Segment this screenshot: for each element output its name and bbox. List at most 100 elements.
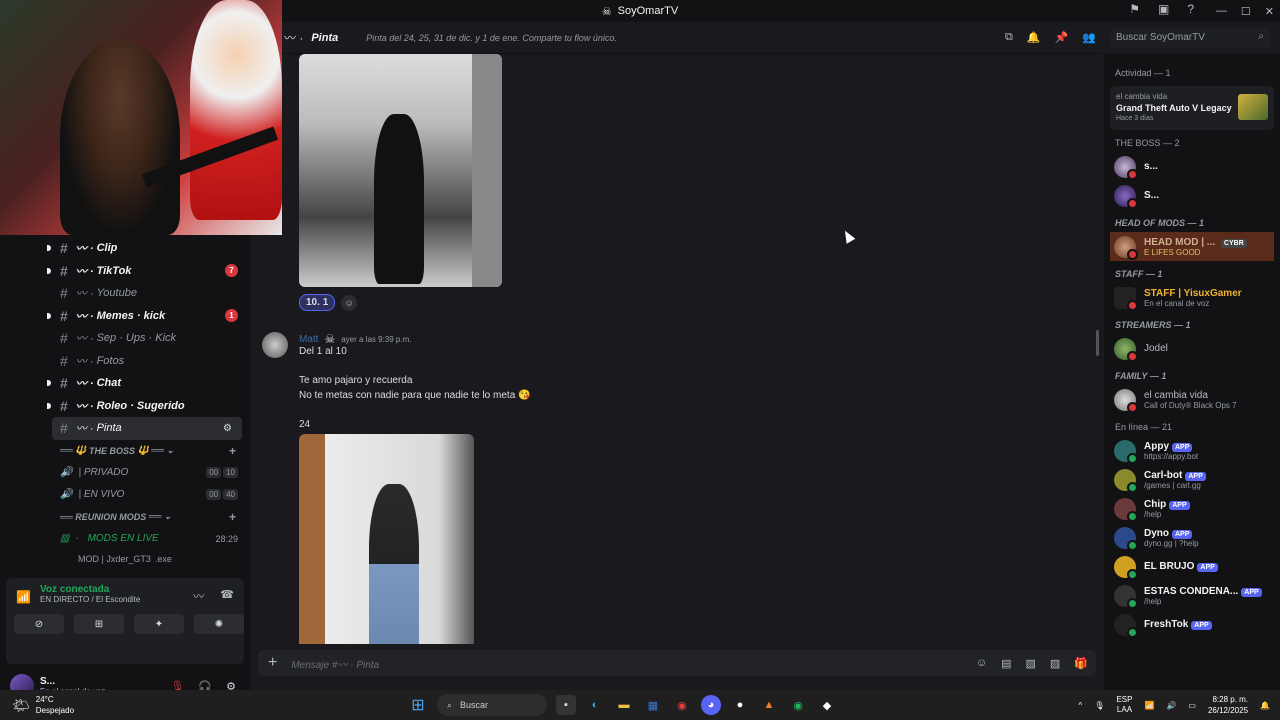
emoji-icon[interactable]: ☺ [976, 657, 987, 670]
noise-icon[interactable]: 〰 [193, 588, 204, 604]
add-channel-icon[interactable]: + [229, 510, 236, 524]
app-icon[interactable]: ◆ [817, 695, 837, 715]
activity-card[interactable]: el cambia vida Grand Theft Auto V Legacy… [1110, 86, 1274, 130]
activities-button[interactable]: ✦ [134, 614, 184, 634]
image-attachment[interactable] [299, 434, 474, 644]
clock[interactable]: 8:28 p. m. 26/12/2025 [1208, 694, 1248, 716]
voice-channel-mods-live[interactable]: ▥ · MODS EN LIVE 28:29 [0, 528, 250, 550]
scrollbar[interactable] [1096, 330, 1099, 356]
member-item[interactable]: EL BRUJO APP [1104, 552, 1280, 581]
volume-icon[interactable]: 🔊 [1166, 701, 1176, 710]
channel-youtube[interactable]: # 〰 · Youtube [0, 282, 250, 305]
member-item[interactable]: Chip APP/help [1104, 494, 1280, 523]
settings-icon[interactable]: ⚙ [223, 423, 232, 434]
gif-icon[interactable]: ▤ [1001, 657, 1011, 670]
taskbar-search[interactable]: ⌕ Buscar [437, 694, 547, 716]
add-attachment-icon[interactable]: + [268, 654, 277, 672]
windows-start-icon[interactable]: ⊞ [408, 695, 428, 715]
minimize-button[interactable]: — [1216, 5, 1227, 17]
edge-icon[interactable]: ◐ [585, 695, 605, 715]
channel-roleo[interactable]: # 〰 · Roleo · Sugerido [0, 395, 250, 418]
taskview-icon[interactable]: ▪ [556, 695, 576, 715]
avatar [1114, 286, 1138, 311]
channel-clip[interactable]: # 〰 · Clip [0, 237, 250, 260]
bell-icon[interactable]: 🔔 [1027, 31, 1041, 44]
voice-buttons: ⊘ ⊞ ✦ ✺ [14, 614, 244, 634]
sticker-icon[interactable]: ▧ [1025, 657, 1035, 670]
game-icon [1238, 94, 1268, 120]
screen-share-button[interactable]: ⊞ [74, 614, 124, 634]
channel-setups[interactable]: # 〰 · Sep · Ups · Kick [0, 327, 250, 350]
member-item[interactable]: s... [1104, 152, 1280, 181]
unread-dot [47, 245, 51, 252]
channel-memes[interactable]: # 〰 · Memes · kick 1 [0, 305, 250, 328]
mention-badge: 1 [225, 309, 238, 323]
help-icon[interactable]: ? [1187, 2, 1194, 16]
image-attachment[interactable] [299, 54, 502, 287]
channel-fotos[interactable]: # 〰 · Fotos [0, 350, 250, 373]
category-the-boss[interactable]: ══ 🔱 THE BOSS 🔱 ══ ⌄ + [0, 440, 250, 462]
message-composer[interactable]: + Mensaje #〰 · Pinta ☺ ▤ ▧ ▨ 🎁 [258, 650, 1096, 676]
taskbar: 🌤 24°C Despejado ⊞ ⌕ Buscar ▪ ◐ ▬ ▦ ◉ ◕ ● … [0, 690, 1280, 720]
author-name[interactable]: Matt [299, 334, 318, 345]
composer-icons: ☺ ▤ ▧ ▨ 🎁 [976, 657, 1088, 670]
folder-icon[interactable]: ▬ [614, 695, 634, 715]
spotify-icon[interactable]: ◉ [788, 695, 808, 715]
member-item[interactable]: Jodel [1104, 334, 1280, 363]
unread-dot [47, 380, 51, 387]
user-limit: 00 40 [206, 489, 238, 500]
pin-icon[interactable]: 📌 [1055, 31, 1069, 44]
close-button[interactable]: ✕ [1265, 5, 1274, 18]
chevron-up-icon[interactable]: ^ [1079, 701, 1083, 710]
channel-list: # 〰 · Clip # 〰 · TikTok 7 # 〰 · Youtube # 〰 ·… [0, 237, 250, 568]
channel-chat[interactable]: # 〰 · Chat [0, 372, 250, 395]
member-item[interactable]: el cambia vida Call of Duty® Black Ops 7 [1104, 385, 1280, 414]
channel-tiktok[interactable]: # 〰 · TikTok 7 [0, 260, 250, 283]
member-item[interactable]: STAFF | YisuxGamer En el canal de voz [1104, 283, 1280, 312]
member-item[interactable]: Dyno APP dyno.gg | ?help [1104, 523, 1280, 552]
avatar[interactable] [262, 332, 288, 358]
member-item[interactable]: ESTAS CONDENA... APP/help [1104, 581, 1280, 610]
language-indicator[interactable]: ESP LAA [1116, 695, 1132, 715]
obs-icon[interactable]: ● [730, 695, 750, 715]
gift-icon[interactable]: 🎁 [1074, 657, 1088, 670]
weather-widget[interactable]: 🌤 24°C Despejado [12, 694, 74, 716]
members-icon[interactable]: 👥 [1082, 31, 1096, 44]
category-reunion-mods[interactable]: ══ REUNION MODS ══ ⌄ + [0, 506, 250, 528]
discord-icon[interactable]: ◕ [701, 695, 721, 715]
member-item[interactable]: Appy APP https://appy.bot [1104, 436, 1280, 465]
download-icon[interactable]: ▣ [1158, 2, 1169, 16]
chrome-icon[interactable]: ◉ [672, 695, 692, 715]
add-channel-icon[interactable]: + [229, 444, 236, 458]
soundboard-button[interactable]: ✺ [194, 614, 244, 634]
search-input[interactable]: Buscar SoyOmarTV ⌕ [1110, 28, 1270, 48]
store-icon[interactable]: ▦ [643, 695, 663, 715]
wifi-icon[interactable]: 📶 [1144, 701, 1154, 710]
voice-user[interactable]: MOD | Jxder_GT3 .exe [0, 550, 250, 568]
voice-channel-privado[interactable]: 🔊 | PRIVADO 00 10 [0, 462, 250, 484]
voice-channel-envivo[interactable]: 🔊 | EN VIVO 00 40 [0, 484, 250, 506]
window-controls: — ☐ ✕ [1216, 0, 1274, 22]
notification-icon[interactable]: 🔔 [1260, 701, 1270, 710]
avatar [1114, 497, 1138, 522]
member-item[interactable]: FreshTok APP [1104, 610, 1280, 639]
disconnect-icon[interactable]: ☎ [220, 588, 234, 604]
hash-icon: # [60, 330, 68, 347]
threads-icon[interactable]: ⧉ [1005, 31, 1013, 44]
channel-header: 〰 · Pinta Pinta del 24, 25, 31 de dic. y… [282, 22, 1102, 54]
search-icon: ⌕ [447, 699, 453, 710]
member-item[interactable]: S... [1104, 181, 1280, 210]
channel-topic[interactable]: Pinta del 24, 25, 31 de dic. y 1 de ene.… [366, 33, 617, 43]
image-icon[interactable]: ▨ [1050, 657, 1060, 670]
app-icon[interactable]: ▲ [759, 695, 779, 715]
battery-icon[interactable]: ▭ [1188, 701, 1196, 710]
channel-pinta[interactable]: # 〰 · Pinta ⚙ [52, 417, 242, 440]
inbox-icon[interactable]: ⚑ [1129, 2, 1140, 16]
maximize-button[interactable]: ☐ [1241, 5, 1251, 18]
mic-icon[interactable]: 🎙 [1094, 701, 1104, 710]
camera-button[interactable]: ⊘ [14, 614, 64, 634]
add-reaction-icon[interactable]: ☺ [341, 294, 358, 311]
member-item[interactable]: HEAD MOD | ... CYBR E LIFES GOOD [1110, 232, 1274, 261]
member-item[interactable]: Carl-bot APP/games | carl.gg [1104, 465, 1280, 494]
reaction-pill[interactable]: 10. 1 [299, 294, 336, 311]
